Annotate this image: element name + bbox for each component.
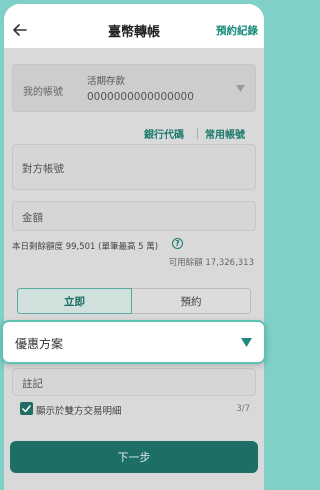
memo-placeholder: 註記 bbox=[22, 378, 43, 390]
caret-down-icon bbox=[241, 338, 252, 347]
promo-plan-label: 優惠方案 bbox=[15, 337, 64, 351]
show-detail-label: 顯示於雙方交易明細 bbox=[36, 406, 122, 417]
account-type: 活期存款 bbox=[87, 76, 126, 87]
remaining-limit-text: 本日剩餘額度 99,501 (單筆最高 5 萬) bbox=[12, 242, 159, 252]
timing-scheduled-label: 預約 bbox=[180, 295, 202, 308]
bank-code-link[interactable]: 銀行代碼 bbox=[144, 126, 184, 141]
payee-account-placeholder: 對方帳號 bbox=[22, 163, 64, 175]
timing-now-tab[interactable]: 立即 bbox=[17, 288, 132, 314]
account-number: 0000000000000000 bbox=[87, 91, 194, 103]
frequent-accounts-link[interactable]: 常用帳號 bbox=[205, 126, 245, 141]
caret-down-icon bbox=[236, 85, 245, 92]
next-step-label: 下一步 bbox=[117, 451, 151, 464]
info-icon[interactable]: ? bbox=[172, 238, 183, 249]
available-balance-text: 可用餘額 17,326,313 bbox=[168, 258, 254, 268]
show-detail-checkbox[interactable] bbox=[20, 402, 33, 415]
phone-screen: 臺幣轉帳 預約紀錄 我的帳號 活期存款 0000000000000000 銀行代… bbox=[4, 4, 264, 490]
my-account-label: 我的帳號 bbox=[23, 87, 63, 98]
schedule-history-link[interactable]: 預約紀錄 bbox=[216, 23, 258, 38]
timing-now-label: 立即 bbox=[64, 295, 85, 308]
link-divider bbox=[197, 128, 198, 139]
check-icon bbox=[22, 404, 31, 412]
amount-input[interactable]: 金額 bbox=[12, 201, 256, 231]
amount-placeholder: 金額 bbox=[22, 212, 43, 224]
next-step-button[interactable]: 下一步 bbox=[10, 441, 258, 473]
memo-counter: 3/7 bbox=[236, 404, 250, 414]
payee-account-input[interactable]: 對方帳號 bbox=[12, 144, 256, 190]
form-overlay: 我的帳號 活期存款 0000000000000000 銀行代碼 常用帳號 對方帳… bbox=[4, 48, 264, 490]
memo-input[interactable]: 註記 bbox=[12, 368, 256, 396]
my-account-select[interactable]: 我的帳號 活期存款 0000000000000000 bbox=[12, 64, 256, 112]
promo-plan-select[interactable]: 優惠方案 bbox=[1, 320, 266, 364]
timing-scheduled-tab[interactable]: 預約 bbox=[132, 288, 251, 314]
